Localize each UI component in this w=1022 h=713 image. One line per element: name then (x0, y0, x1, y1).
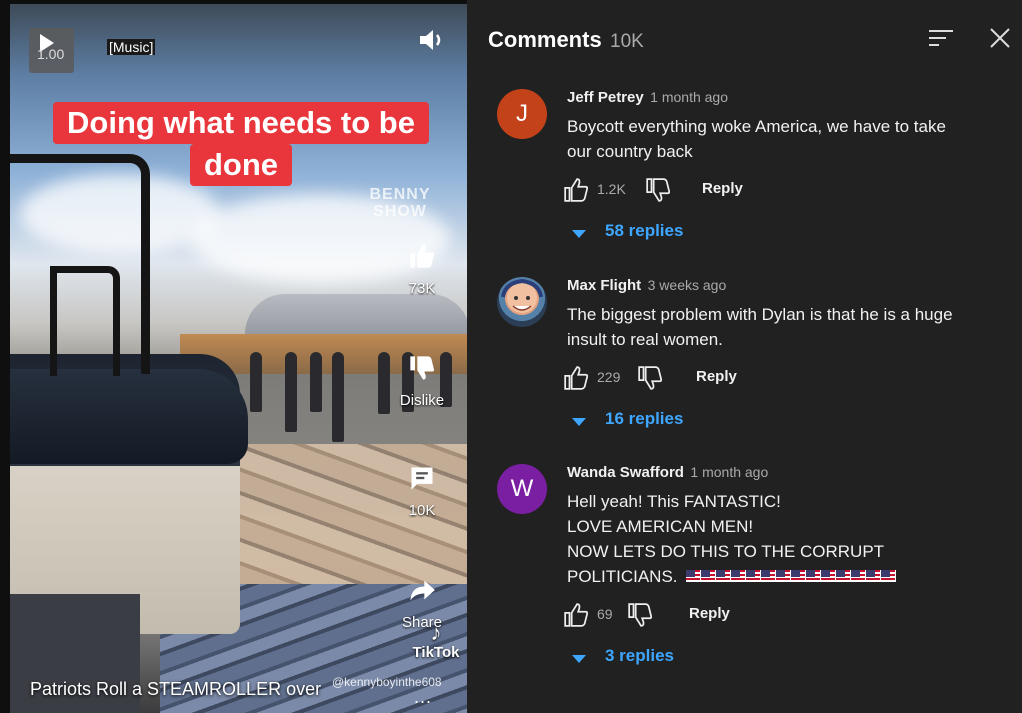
comment-line: NOW LETS DO THIS TO THE CORRUPT (567, 542, 885, 561)
video-caption-overlay: Doing what needs to be done (43, 102, 439, 186)
comment-line-with-flags: POLITICIANS. (567, 564, 987, 589)
reply-button[interactable]: Reply (702, 180, 743, 197)
avatar[interactable]: J (497, 89, 547, 139)
share-icon (410, 580, 435, 601)
comments-title: Comments (488, 27, 602, 52)
comments-button[interactable]: 10K (392, 464, 452, 519)
comments-header: Comments 10K (467, 0, 1022, 70)
steamroller-cage-inner (50, 266, 120, 376)
person (285, 352, 297, 432)
music-caption: [Music] (107, 39, 156, 55)
replies-count: 58 replies (605, 221, 684, 240)
comment-author[interactable]: Wanda Swafford (567, 464, 684, 481)
thumbs-up-icon[interactable] (563, 177, 589, 203)
person (378, 352, 390, 414)
us-flag-icon (685, 570, 896, 583)
tiktok-note-icon: ♪ (430, 620, 442, 645)
person (250, 352, 262, 412)
thumbs-up-icon[interactable] (563, 365, 589, 391)
comments-panel: Comments 10K J Jeff Petrey 1 month ago B… (467, 0, 1022, 713)
like-count: 229 (597, 369, 621, 385)
caption-line: Doing what needs to be (53, 102, 429, 144)
comment-count: 10K (408, 502, 436, 519)
more-options-button[interactable]: ... (414, 687, 432, 708)
comment-line: LOVE AMERICAN MEN! (567, 517, 754, 536)
comment-text: Boycott everything woke America, we have… (567, 114, 987, 164)
comment-meta: Jeff Petrey 1 month ago (567, 89, 728, 107)
thumbs-down-icon[interactable] (627, 602, 653, 628)
watermark-line: BENNY (369, 186, 431, 203)
chevron-down-icon (572, 418, 586, 426)
comment-meta: Max Flight 3 weeks ago (567, 277, 726, 295)
person (332, 352, 344, 442)
person (310, 352, 322, 412)
comment-author[interactable]: Jeff Petrey (567, 89, 644, 106)
thumbs-up-icon[interactable] (563, 602, 589, 628)
video-title[interactable]: Patriots Roll a STEAMROLLER over (30, 678, 321, 700)
avatar[interactable] (497, 277, 547, 327)
comment-meta: Wanda Swafford 1 month ago (567, 464, 768, 482)
thumbs-down-icon[interactable] (645, 177, 671, 203)
like-count: 69 (597, 606, 613, 622)
comment-time[interactable]: 3 weeks ago (648, 277, 727, 293)
sort-icon[interactable] (929, 28, 955, 48)
reply-button[interactable]: Reply (696, 368, 737, 385)
comment-line: Hell yeah! This FANTASTIC! (567, 492, 781, 511)
playback-speed: 1.00 (37, 46, 65, 62)
caption-line: done (189, 144, 293, 186)
comment-time[interactable]: 1 month ago (650, 89, 728, 105)
watermark-line: SHOW (373, 203, 427, 220)
chevron-down-icon (572, 655, 586, 663)
comment-line: insult to real women. (567, 330, 723, 349)
tiktok-label: TikTok (412, 644, 460, 661)
comment-author[interactable]: Max Flight (567, 277, 641, 294)
dislike-label: Dislike (399, 392, 445, 409)
comments-count: 10K (610, 31, 644, 52)
comment-text: The biggest problem with Dylan is that h… (567, 302, 987, 352)
tiktok-logo: ♪ TikTok (406, 620, 466, 662)
chevron-down-icon (572, 230, 586, 238)
replies-count: 3 replies (605, 646, 674, 665)
like-count: 73K (408, 280, 436, 297)
comment-time[interactable]: 1 month ago (690, 464, 768, 480)
thumbs-down-icon (410, 356, 435, 380)
comment-line: Boycott everything woke America, we have… (567, 117, 946, 136)
channel-watermark: BENNY SHOW (355, 186, 445, 220)
play-pause-button[interactable]: 1.00 (29, 28, 74, 73)
steamroller-top (10, 369, 248, 464)
thumbs-up-icon (410, 244, 435, 268)
avatar[interactable]: W (497, 464, 547, 514)
replies-count: 16 replies (605, 409, 684, 428)
like-button[interactable]: 73K (392, 242, 452, 297)
like-count: 1.2K (597, 181, 626, 197)
video-player[interactable]: 1.00 [Music] Doing what needs to be done… (10, 4, 467, 713)
thumbs-down-icon[interactable] (637, 365, 663, 391)
volume-icon[interactable] (418, 28, 446, 52)
close-icon[interactable] (989, 27, 1011, 49)
reply-button[interactable]: Reply (689, 605, 730, 622)
comment-line: our country back (567, 142, 693, 161)
comment-line: The biggest problem with Dylan is that h… (567, 305, 953, 324)
comment-line: POLITICIANS. (567, 567, 678, 586)
comment-icon (411, 467, 433, 490)
dislike-button[interactable]: Dislike (392, 354, 452, 409)
avatar-face-icon (501, 278, 543, 311)
comment-text: Hell yeah! This FANTASTIC! LOVE AMERICAN… (567, 489, 987, 589)
